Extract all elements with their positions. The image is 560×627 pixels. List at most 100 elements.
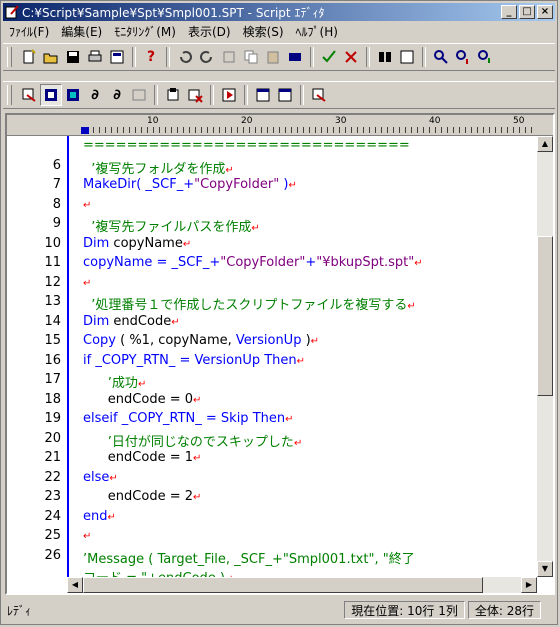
code-line[interactable]: endCode = 2↵: [83, 489, 202, 504]
format-icon[interactable]: [374, 46, 396, 68]
save-icon[interactable]: [62, 46, 84, 68]
code-line[interactable]: ’成功↵: [83, 372, 147, 391]
menu-view[interactable]: 表示(D): [182, 23, 237, 40]
code-line[interactable]: ==============================: [83, 138, 410, 153]
help-icon[interactable]: ?: [140, 46, 162, 68]
code-line[interactable]: ’日付が同じなのでスキップした↵: [83, 431, 303, 450]
scroll-up-button[interactable]: ▲: [537, 136, 553, 152]
code-line[interactable]: endCode = 1↵: [83, 450, 202, 465]
code-line[interactable]: copyName = _SCF_+"CopyFolder"+"¥bkupSpt.…: [83, 255, 423, 270]
clear-breakpoints-icon[interactable]: ∂: [106, 84, 128, 106]
menu-edit[interactable]: 編集(E): [55, 23, 108, 40]
select-all-icon[interactable]: [284, 46, 306, 68]
ruler-mark: 20: [241, 116, 253, 126]
menu-help[interactable]: ﾍﾙﾌﾟ(H): [290, 23, 344, 40]
code-line[interactable]: Dim endCode↵: [83, 314, 180, 329]
script-run-icon[interactable]: [18, 84, 40, 106]
monitor-toolbar: ∂ ∂: [3, 81, 555, 109]
code-line[interactable]: コード = "+endCode )↵: [83, 567, 233, 577]
code-line[interactable]: if _COPY_RTN_ = VersionUp Then↵: [83, 353, 305, 368]
close-button[interactable]: ×: [537, 5, 553, 19]
code-line[interactable]: ↵: [83, 275, 91, 290]
menu-file[interactable]: ﾌｧｲﾙ(F): [3, 23, 55, 40]
code-editor[interactable]: 10 20 30 40 50 6 7 8 9 10 11 12 13 14 15 16 17 18 19 2…: [5, 113, 555, 595]
print-icon[interactable]: [84, 46, 106, 68]
code-line[interactable]: end↵: [83, 509, 116, 524]
scroll-left-button[interactable]: ◀: [67, 577, 83, 593]
paste-icon[interactable]: [262, 46, 284, 68]
code-line[interactable]: ’Message ( Target_File, _SCF_+"Smpl001.t…: [83, 548, 415, 567]
cut-icon[interactable]: [218, 46, 240, 68]
scroll-thumb[interactable]: [537, 236, 553, 396]
step-run-icon[interactable]: [40, 84, 62, 106]
horizontal-scrollbar[interactable]: ◀ ▶: [67, 577, 537, 593]
newline-mark-icon: ↵: [251, 223, 260, 234]
code-token: endCode: [109, 313, 172, 329]
newline-mark-icon: ↵: [310, 336, 320, 347]
insert-icon[interactable]: [396, 46, 418, 68]
hscroll-thumb[interactable]: [83, 577, 483, 593]
code-line[interactable]: endCode = 0↵: [83, 392, 202, 407]
window-2-icon[interactable]: [274, 84, 296, 106]
find-next-icon[interactable]: [452, 46, 474, 68]
code-line[interactable]: elseif _COPY_RTN_ = Skip Then↵: [83, 411, 294, 426]
newline-mark-icon: ↵: [285, 414, 294, 425]
toolbar-grip[interactable]: [7, 85, 12, 105]
code-line[interactable]: Dim copyName↵: [83, 236, 191, 251]
variables-icon[interactable]: [128, 84, 150, 106]
line-number: 23: [44, 489, 61, 504]
code-line[interactable]: ↵: [83, 528, 91, 543]
maximize-button[interactable]: □: [519, 5, 535, 19]
code-token: endCode = 1: [83, 450, 193, 465]
find-prev-icon[interactable]: [474, 46, 496, 68]
menu-monitoring[interactable]: ﾓﾆﾀﾘﾝｸﾞ(M): [108, 23, 182, 40]
find-icon[interactable]: [430, 46, 452, 68]
code-token: ==============================: [83, 138, 410, 153]
monitor-icon[interactable]: [308, 84, 330, 106]
code-line[interactable]: ↵: [83, 197, 91, 212]
scroll-right-button[interactable]: ▶: [521, 577, 537, 593]
check-error-icon[interactable]: [340, 46, 362, 68]
breakpoint-icon[interactable]: ∂: [84, 84, 106, 106]
redo-icon[interactable]: [196, 46, 218, 68]
new-file-icon[interactable]: [18, 46, 40, 68]
toolbar-separator: [166, 47, 170, 67]
toolbar-separator: [310, 47, 314, 67]
code-line[interactable]: ’複写先フォルダを作成↵: [83, 158, 234, 177]
code-line[interactable]: else↵: [83, 470, 118, 485]
copy-icon[interactable]: [240, 46, 262, 68]
open-file-icon[interactable]: [40, 46, 62, 68]
code-line[interactable]: Copy ( %1, copyName, VersionUp )↵: [83, 333, 319, 348]
stop-icon[interactable]: [62, 84, 84, 106]
line-number: 13: [44, 294, 61, 309]
code-token: elseif _COPY_RTN_ = Skip Then: [83, 411, 286, 426]
vertical-scrollbar[interactable]: ▲ ▼: [537, 136, 553, 577]
trace-icon[interactable]: [218, 84, 240, 106]
newline-mark-icon: ↵: [407, 301, 416, 312]
newline-mark-icon: ↵: [182, 238, 192, 250]
newline-mark-icon: ↵: [293, 437, 303, 449]
undo-icon[interactable]: [174, 46, 196, 68]
code-area[interactable]: ============================== ’複写先フォルダを…: [83, 136, 535, 577]
check-syntax-icon[interactable]: [318, 46, 340, 68]
line-number: 26: [44, 547, 61, 563]
code-line[interactable]: ’処理番号１で作成したスクリプトファイルを複写する↵: [83, 294, 416, 313]
line-number: 22: [44, 469, 61, 485]
code-line[interactable]: MakeDir( _SCF_+"CopyFolder" )↵: [83, 177, 297, 192]
code-line[interactable]: ’複写先ファイルパスを作成↵: [83, 216, 260, 235]
window-1-icon[interactable]: [252, 84, 274, 106]
watch-icon[interactable]: [162, 84, 184, 106]
line-number: 15: [44, 333, 61, 348]
line-number: 6: [52, 157, 61, 173]
newline-mark-icon: ↵: [193, 453, 202, 464]
code-token: ’複写先フォルダを作成: [83, 161, 226, 177]
line-number: 20: [44, 430, 61, 446]
delete-watch-icon[interactable]: [184, 84, 206, 106]
main-toolbar: ?: [3, 43, 555, 71]
toolbar-grip[interactable]: [7, 47, 12, 67]
menu-search[interactable]: 検索(S): [237, 23, 290, 40]
properties-icon[interactable]: [106, 46, 128, 68]
minimize-button[interactable]: _: [501, 5, 517, 19]
scroll-down-button[interactable]: ▼: [537, 561, 553, 577]
toolbar-separator: [210, 85, 214, 105]
